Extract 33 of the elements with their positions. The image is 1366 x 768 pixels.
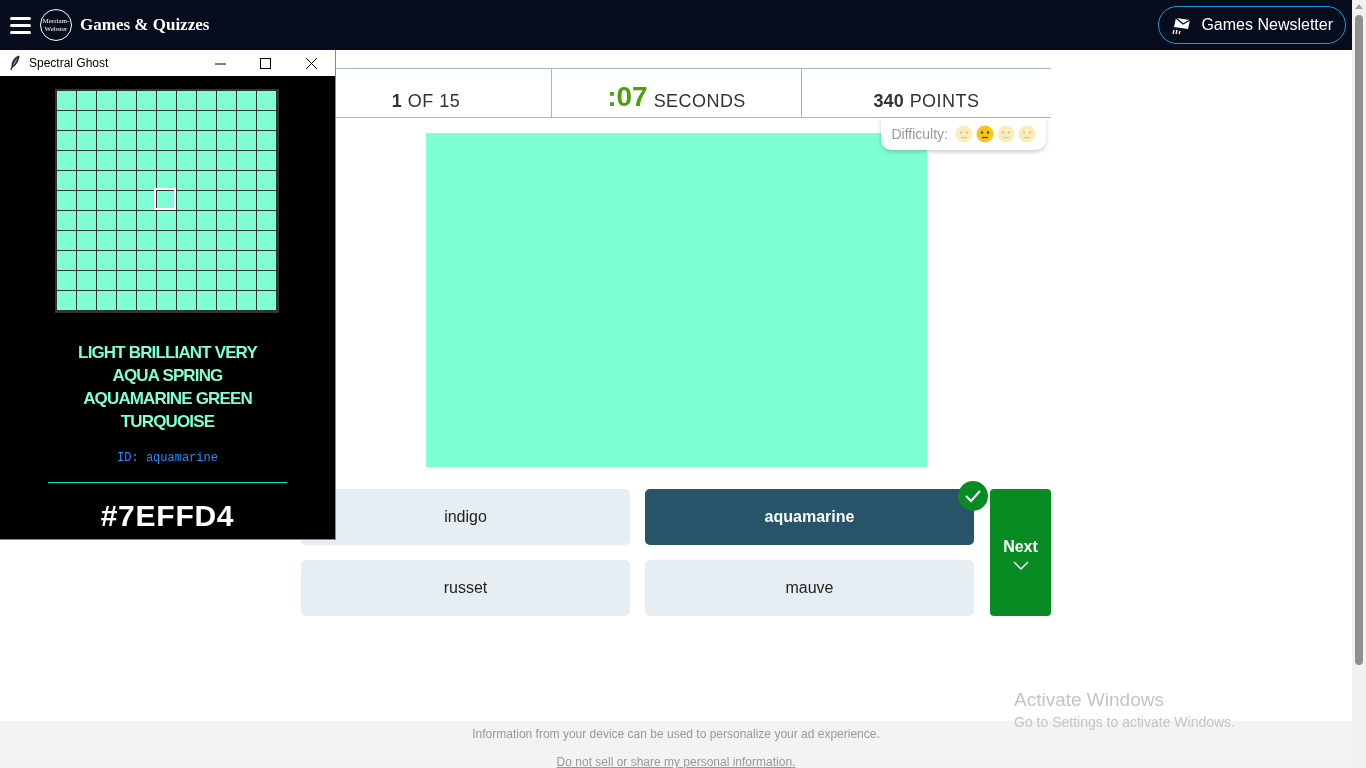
hex-code: #7EFFD4 [100,499,235,533]
next-button[interactable]: Next [990,489,1051,616]
answer-button[interactable]: mauve [645,560,974,616]
scrollbar[interactable] [1352,0,1366,768]
close-icon[interactable] [306,57,317,69]
answer-button[interactable]: russet [301,560,630,616]
stat-value: :07 [607,80,648,114]
answer-button[interactable]: indigo [301,489,630,545]
difficulty-label: Difficulty: [891,124,948,144]
color-name: AQUAMARINE GREEN [83,388,252,410]
color-name: AQUA SPRING [112,365,223,387]
site-title: Games & Quizzes [80,14,210,37]
scroll-thumb[interactable] [1355,15,1363,665]
stat-label: SECONDS [653,90,746,113]
check-icon [958,481,988,511]
feather-icon [10,55,20,71]
window-title: Spectral Ghost [29,55,109,72]
menu-icon[interactable] [10,16,31,34]
stat-value: 1 [391,90,402,113]
color-id: ID: aquamarine [117,450,218,467]
face-icon[interactable] [976,125,994,143]
answer-button[interactable]: aquamarine [645,489,974,545]
maximize-icon[interactable] [260,57,271,69]
chevron-down-icon [1011,558,1030,571]
ad-notice: Information from your device can be used to personalize your ad experience. [472,726,880,743]
stat-label: OF 15 [407,90,461,113]
activation-title: Activate Windows [1014,689,1165,711]
stat-label: POINTS [909,90,980,113]
activation-subtitle: Go to Settings to activate Windows. [1014,713,1235,732]
color-name: TURQUOISE [120,411,215,433]
scroll-up-icon [1355,4,1363,9]
stat-value: 340 [873,90,904,113]
color-name: LIGHT BRILLIANT VERY [78,342,257,364]
